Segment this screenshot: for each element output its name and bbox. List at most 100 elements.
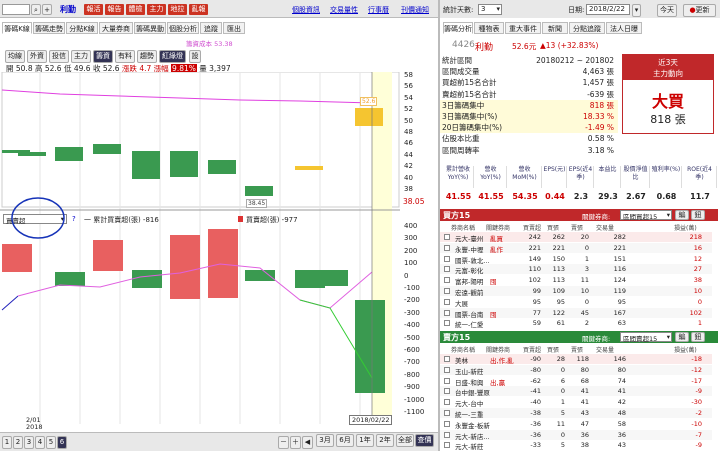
- tab-stock-analysis[interactable]: 個股分析: [167, 22, 199, 34]
- page-button[interactable]: 6: [57, 436, 67, 449]
- buy-set-button[interactable]: 鈕: [691, 210, 705, 220]
- tool-settings[interactable]: 設: [189, 50, 201, 63]
- tool-ma[interactable]: 均線: [5, 50, 25, 63]
- tool-trend[interactable]: 趨勢: [137, 50, 157, 63]
- col-header: 買張: [547, 225, 560, 232]
- metric-value: 54.35: [512, 192, 538, 201]
- range-6m[interactable]: 6月: [336, 434, 354, 447]
- range-2y[interactable]: 2年: [376, 434, 394, 447]
- broker-name: 統一-仁愛: [455, 321, 484, 330]
- volume-bar: [170, 235, 200, 299]
- row-checkbox[interactable]: [444, 420, 450, 427]
- row-cell: 167: [613, 308, 626, 317]
- row-checkbox[interactable]: [444, 410, 450, 416]
- row-checkbox[interactable]: [444, 442, 450, 449]
- row-checkbox[interactable]: [444, 388, 450, 395]
- tool-chip[interactable]: 籌資: [93, 50, 113, 63]
- date-input[interactable]: 2018/2/22: [586, 4, 630, 15]
- page-button[interactable]: 3: [24, 436, 34, 449]
- row-checkbox[interactable]: [444, 298, 450, 305]
- tab-chip-k[interactable]: 籌碼K線: [2, 22, 32, 34]
- row-checkbox[interactable]: [444, 309, 450, 316]
- row-checkbox[interactable]: [444, 366, 450, 373]
- page-button[interactable]: 4: [35, 436, 45, 449]
- search-icon[interactable]: ⌕: [31, 4, 41, 15]
- calendar-icon[interactable]: ▾: [632, 4, 641, 17]
- tab-track[interactable]: 追蹤: [200, 22, 222, 34]
- row-checkbox[interactable]: [444, 255, 450, 262]
- row-cell: 1: [584, 254, 589, 263]
- page-button[interactable]: 5: [46, 436, 56, 449]
- tab-big-broker[interactable]: 大量券商: [99, 22, 133, 34]
- cursor-date: 2018/02/22: [349, 415, 393, 425]
- link-volume[interactable]: 交易量性: [330, 5, 358, 15]
- row-cell: 38: [693, 276, 702, 285]
- btn-5[interactable]: 亂報: [189, 4, 208, 15]
- tool-main[interactable]: 主力: [71, 50, 91, 63]
- btn-2[interactable]: 體檢: [126, 4, 145, 15]
- rtab-news[interactable]: 新聞: [542, 22, 568, 34]
- row-checkbox[interactable]: [444, 234, 450, 240]
- tool-foreign[interactable]: 外資: [27, 50, 47, 63]
- quote-button[interactable]: 查價: [415, 434, 434, 447]
- tab-chip-change[interactable]: 籌碼異動: [134, 22, 166, 34]
- volume-bar: [245, 270, 275, 281]
- price-tick: 38: [404, 185, 413, 193]
- buy-key-select[interactable]: 區間買超15 ▾: [620, 210, 672, 221]
- row-checkbox[interactable]: [444, 431, 450, 438]
- tab-export[interactable]: 匯出: [223, 22, 245, 34]
- page-button[interactable]: 1: [2, 436, 12, 449]
- row-cell: 113: [552, 265, 565, 274]
- row-checkbox[interactable]: [444, 320, 450, 327]
- row-checkbox[interactable]: [444, 244, 450, 251]
- sell-key-select[interactable]: 區間賣超15 ▾: [620, 332, 672, 343]
- range-all[interactable]: 全部: [396, 434, 414, 447]
- volume-bar: [132, 270, 162, 288]
- days-select[interactable]: 3 ▾: [478, 4, 502, 15]
- row-cell: 95: [532, 297, 541, 306]
- range-3m[interactable]: 3月: [316, 434, 334, 447]
- row-checkbox[interactable]: [444, 266, 450, 273]
- btn-3[interactable]: 主力: [147, 4, 166, 15]
- row-checkbox[interactable]: [444, 377, 450, 384]
- refresh-button[interactable]: ●更新: [683, 4, 716, 17]
- tab-chip-trend[interactable]: 籌碼走勢: [33, 22, 65, 34]
- btn-4[interactable]: 地拉: [168, 4, 187, 15]
- btn-0[interactable]: 報活: [84, 4, 103, 15]
- zoom-in-icon[interactable]: ＋: [290, 436, 301, 449]
- page-button[interactable]: 2: [13, 436, 23, 449]
- today-button[interactable]: 今天: [657, 4, 677, 17]
- rtab-species[interactable]: 種物表: [474, 22, 504, 34]
- volume-bar: [2, 244, 32, 272]
- zoom-out-icon[interactable]: －: [278, 436, 289, 449]
- sell-set-button[interactable]: 鈕: [691, 332, 705, 342]
- tool-light[interactable]: 紅綠燈: [159, 50, 186, 63]
- row-checkbox[interactable]: [444, 399, 450, 406]
- add-button[interactable]: +: [42, 4, 52, 15]
- row-checkbox[interactable]: [444, 277, 450, 284]
- rtab-branch[interactable]: 分點追蹤: [569, 22, 605, 34]
- tool-trust[interactable]: 投信: [49, 50, 69, 63]
- rtab-legal[interactable]: 法人日曝: [606, 22, 642, 34]
- row-cell: 2: [584, 319, 589, 328]
- sell-edit-button[interactable]: 編: [675, 332, 689, 342]
- link-calendar[interactable]: 行事曆: [368, 5, 389, 15]
- volume-bar: [355, 300, 385, 393]
- prev-icon[interactable]: ◀: [302, 436, 313, 449]
- buy-edit-button[interactable]: 編: [675, 210, 689, 220]
- row-cell: 亂作: [490, 245, 503, 254]
- row-checkbox[interactable]: [444, 356, 450, 362]
- tab-branch-k[interactable]: 分點K線: [66, 22, 98, 34]
- vol-tick: -900: [404, 383, 420, 392]
- stock-input[interactable]: [2, 4, 30, 15]
- row-cell: 102: [528, 276, 541, 285]
- row-checkbox[interactable]: [444, 288, 450, 294]
- tool-material[interactable]: 有料: [115, 50, 135, 63]
- row-cell: 20: [580, 233, 589, 241]
- btn-1[interactable]: 報告: [105, 4, 124, 15]
- link-alert[interactable]: 刊價通知: [401, 5, 429, 15]
- rtab-chip[interactable]: 籌碼分析: [443, 22, 473, 34]
- rtab-events[interactable]: 重大事件: [505, 22, 541, 34]
- range-1y[interactable]: 1年: [356, 434, 374, 447]
- link-info[interactable]: 個股資訊: [292, 5, 320, 15]
